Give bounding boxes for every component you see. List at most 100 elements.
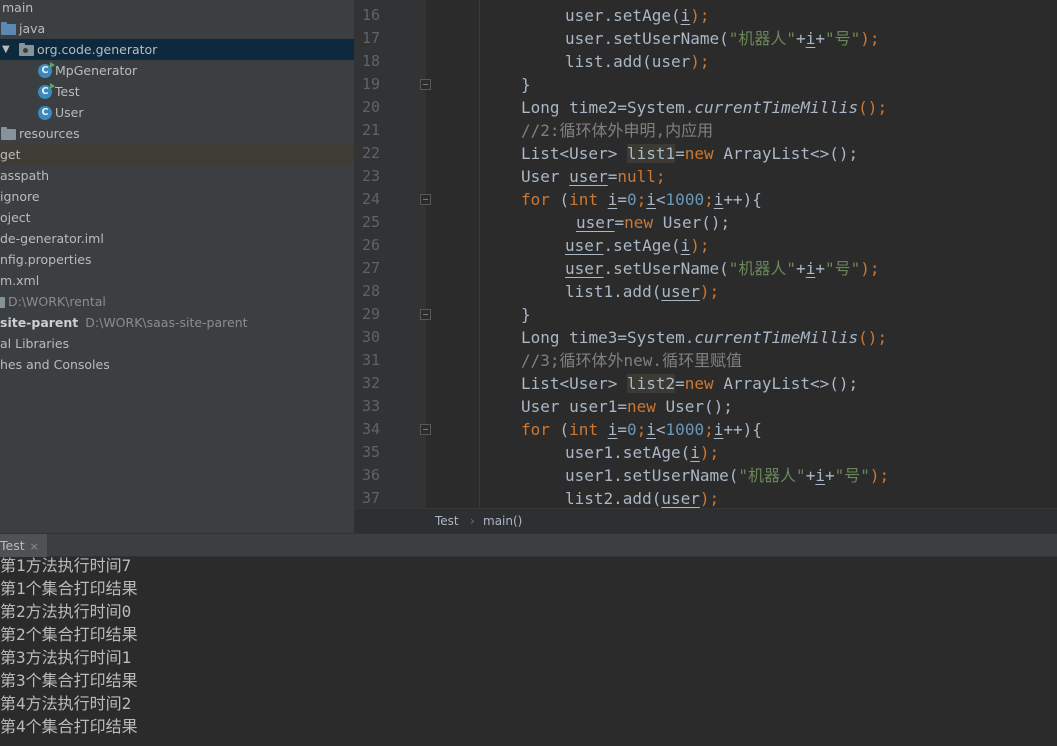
tree-item-resources[interactable]: resources <box>0 123 354 144</box>
tree-item-user[interactable]: C User <box>0 102 354 123</box>
line-number: 21 <box>361 121 380 139</box>
tree-item-pom[interactable]: m.xml <box>0 270 354 291</box>
run-console[interactable]: 第1方法执行时间7 第1个集合打印结果 第2方法执行时间0 第2个集合打印结果 … <box>0 556 1057 746</box>
expand-arrow-icon[interactable]: ▼ <box>2 39 10 60</box>
line-number: 23 <box>361 167 380 185</box>
code-line[interactable]: } <box>521 73 531 96</box>
code-line[interactable]: List<User> list2=new ArrayList<>(); <box>521 372 858 395</box>
breadcrumb-method[interactable]: main() <box>483 514 522 528</box>
code-line[interactable]: User user1=new User(); <box>521 395 733 418</box>
code-line[interactable]: Long time2=System.currentTimeMillis(); <box>521 96 887 119</box>
line-number: 17 <box>361 29 380 47</box>
code-line[interactable]: list.add(user); <box>565 50 710 73</box>
console-line: 第2方法执行时间0 <box>0 602 132 621</box>
tree-item-label: hes and Consoles <box>0 357 110 372</box>
code-editor[interactable]: 16 17 18 19 20 21 22 23 24 25 26 27 28 2… <box>354 0 1057 533</box>
line-number: 33 <box>361 397 380 415</box>
code-line[interactable]: User user=null; <box>521 165 666 188</box>
indent-guide <box>479 0 480 508</box>
breadcrumb-separator: › <box>470 514 475 528</box>
line-number: 20 <box>361 98 380 116</box>
code-comment[interactable]: //2:循环体外申明,内应用 <box>521 119 713 142</box>
tree-item-iml[interactable]: de-generator.iml <box>0 228 354 249</box>
tree-item-java[interactable]: java <box>0 18 354 39</box>
tree-item-saas-site-parent[interactable]: site-parent D:\WORK\saas-site-parent <box>0 312 354 333</box>
code-line[interactable]: user1.setAge(i); <box>565 441 719 464</box>
console-line: 第3个集合打印结果 <box>0 671 138 690</box>
line-number: 26 <box>361 236 380 254</box>
module-path: D:\WORK\saas-site-parent <box>85 315 248 330</box>
fold-icon[interactable] <box>420 79 431 90</box>
run-class-icon: C <box>38 83 55 99</box>
tree-item-label: get <box>0 147 21 162</box>
breadcrumb: Test › main() <box>354 508 1057 533</box>
tree-item-project[interactable]: oject <box>0 207 354 228</box>
tree-item-target[interactable]: get <box>0 144 354 165</box>
tree-item-label: User <box>55 105 84 120</box>
line-number: 22 <box>361 144 380 162</box>
tree-item-label: site-parent D:\WORK\saas-site-parent <box>0 315 248 330</box>
tree-item-test[interactable]: C Test <box>0 81 354 102</box>
close-icon[interactable]: × <box>30 540 39 553</box>
tree-item-label: MpGenerator <box>55 63 138 78</box>
tree-item-label: oject <box>0 210 31 225</box>
tree-item-label: al Libraries <box>0 336 70 351</box>
folder-icon <box>1 22 16 35</box>
code-line[interactable]: } <box>521 303 531 326</box>
tree-item-label: nfig.properties <box>0 252 92 267</box>
code-line[interactable]: user.setAge(i); <box>565 234 710 257</box>
tree-item-rental[interactable]: D:\WORK\rental <box>0 291 354 312</box>
tree-item-label: D:\WORK\rental <box>1 291 106 312</box>
code-line[interactable]: list1.add(user); <box>565 280 719 303</box>
fold-icon[interactable] <box>420 309 431 320</box>
code-line[interactable]: Long time3=System.currentTimeMillis(); <box>521 326 887 349</box>
code-line[interactable]: user.setAge(i); <box>565 4 710 27</box>
tree-item-label: ignore <box>0 189 40 204</box>
fold-icon[interactable] <box>420 194 431 205</box>
tree-item-label: asspath <box>0 168 50 183</box>
tree-item-scratches[interactable]: hes and Consoles <box>0 354 354 375</box>
code-line[interactable]: List<User> list1=new ArrayList<>(); <box>521 142 858 165</box>
line-number: 19 <box>361 75 380 93</box>
line-gutter: 16 17 18 19 20 21 22 23 24 25 26 27 28 2… <box>354 0 426 508</box>
console-line: 第1方法执行时间7 <box>0 556 132 575</box>
line-number: 24 <box>361 190 380 208</box>
tree-item-config-properties[interactable]: nfig.properties <box>0 249 354 270</box>
tree-item-package[interactable]: ▼ org.code.generator <box>0 39 354 60</box>
tree-item-classpath[interactable]: asspath <box>0 165 354 186</box>
run-tab-label: Test <box>0 538 25 553</box>
tree-item-label: org.code.generator <box>37 42 158 57</box>
line-number: 36 <box>361 466 380 484</box>
console-line: 第1个集合打印结果 <box>0 579 138 598</box>
code-line[interactable]: for (int i=0;i<1000;i++){ <box>521 418 762 441</box>
console-line: 第3方法执行时间1 <box>0 648 132 667</box>
class-icon: C <box>38 106 52 120</box>
code-line[interactable]: for (int i=0;i<1000;i++){ <box>521 188 762 211</box>
run-toolbar: Test × <box>0 533 1057 557</box>
tree-item-gitignore[interactable]: ignore <box>0 186 354 207</box>
tree-item-main[interactable]: main <box>0 0 354 18</box>
line-number: 29 <box>361 305 380 323</box>
line-number: 18 <box>361 52 380 70</box>
package-icon <box>19 43 34 56</box>
tree-item-label: m.xml <box>0 273 40 288</box>
tree-item-external-libraries[interactable]: al Libraries <box>0 333 354 354</box>
code-line[interactable]: user1.setUserName("机器人"+i+"号"); <box>565 464 889 487</box>
run-class-icon: C <box>38 62 55 78</box>
fold-icon[interactable] <box>420 424 431 435</box>
tree-item-mpgenerator[interactable]: C MpGenerator <box>0 60 354 81</box>
tree-item-label: resources <box>19 126 80 141</box>
line-number: 16 <box>361 6 380 24</box>
line-number: 32 <box>361 374 380 392</box>
code-line[interactable]: list2.add(user); <box>565 487 719 510</box>
console-line: 第4个集合打印结果 <box>0 717 138 736</box>
code-line[interactable]: user.setUserName("机器人"+i+"号"); <box>565 257 880 280</box>
code-line[interactable]: user.setUserName("机器人"+i+"号"); <box>565 27 880 50</box>
line-number: 34 <box>361 420 380 438</box>
tree-item-label: main <box>2 0 34 15</box>
line-number: 27 <box>361 259 380 277</box>
code-comment[interactable]: //3;循环体外new.循环里赋值 <box>521 349 742 372</box>
breadcrumb-class[interactable]: Test <box>435 514 459 528</box>
tree-item-label: java <box>19 21 46 36</box>
code-line[interactable]: user=new User(); <box>576 211 730 234</box>
